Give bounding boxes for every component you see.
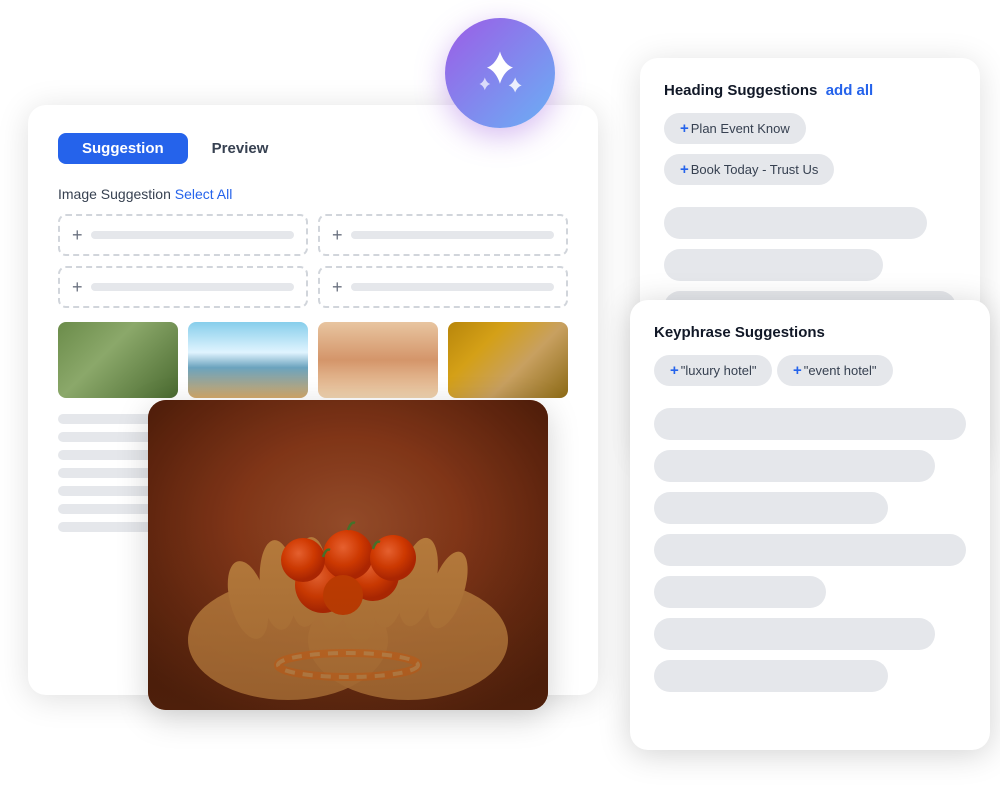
image-slot-3[interactable]: + xyxy=(58,266,308,308)
plus-icon-kp-1: + xyxy=(670,362,679,379)
kp-skel-7 xyxy=(654,660,888,692)
heading-skel-2 xyxy=(664,249,883,281)
image-section-label: Image Suggestion Select All xyxy=(58,186,568,202)
big-image-svg xyxy=(148,400,548,710)
kp-skel-6 xyxy=(654,618,935,650)
select-all-link[interactable]: Select All xyxy=(175,186,233,202)
add-all-link[interactable]: add all xyxy=(826,82,874,99)
plus-icon-2: + xyxy=(332,225,343,246)
keyphrase-suggestions-card: Keyphrase Suggestions + "luxury hotel" +… xyxy=(630,300,990,750)
keyphrase-suggestion-1[interactable]: + "luxury hotel" xyxy=(654,355,772,386)
plus-icon-4: + xyxy=(332,277,343,298)
keyphrase-suggestion-2[interactable]: + "event hotel" xyxy=(777,355,893,386)
slot-bar-2 xyxy=(351,231,554,239)
image-slot-4[interactable]: + xyxy=(318,266,568,308)
thumbnail-3[interactable] xyxy=(318,322,438,398)
keyphrase-skeleton-lines xyxy=(654,408,966,692)
ai-icon-circle xyxy=(445,18,555,128)
kp-skel-5 xyxy=(654,576,826,608)
kp-skel-3 xyxy=(654,492,888,524)
thumbnail-1[interactable] xyxy=(58,322,178,398)
thumbnail-4[interactable] xyxy=(448,322,568,398)
tabs-container: Suggestion Preview xyxy=(58,133,568,164)
plus-icon-pill-2: + xyxy=(680,161,689,178)
image-slots-grid: + + + + xyxy=(58,214,568,308)
tab-preview[interactable]: Preview xyxy=(188,133,293,164)
plus-icon-1: + xyxy=(72,225,83,246)
heading-suggestions-title: Heading Suggestions add all xyxy=(664,82,956,99)
keyphrase-suggestions-title: Keyphrase Suggestions xyxy=(654,324,966,341)
image-slot-2[interactable]: + xyxy=(318,214,568,256)
slot-bar-4 xyxy=(351,283,554,291)
tab-suggestion[interactable]: Suggestion xyxy=(58,133,188,164)
image-slot-1[interactable]: + xyxy=(58,214,308,256)
big-image-card xyxy=(148,400,548,710)
kp-skel-2 xyxy=(654,450,935,482)
thumbnail-row xyxy=(58,322,568,398)
sparkle-icon xyxy=(474,47,526,99)
thumbnail-2[interactable] xyxy=(188,322,308,398)
heading-suggestion-2[interactable]: + Book Today - Trust Us xyxy=(664,154,834,185)
plus-icon-3: + xyxy=(72,277,83,298)
scene: Suggestion Preview Image Suggestion Sele… xyxy=(0,0,1000,808)
plus-icon-pill-1: + xyxy=(680,120,689,137)
heading-suggestion-1[interactable]: + Plan Event Know xyxy=(664,113,806,144)
plus-icon-kp-2: + xyxy=(793,362,802,379)
heading-skel-1 xyxy=(664,207,927,239)
kp-skel-4 xyxy=(654,534,966,566)
slot-bar-1 xyxy=(91,231,294,239)
slot-bar-3 xyxy=(91,283,294,291)
kp-skel-1 xyxy=(654,408,966,440)
